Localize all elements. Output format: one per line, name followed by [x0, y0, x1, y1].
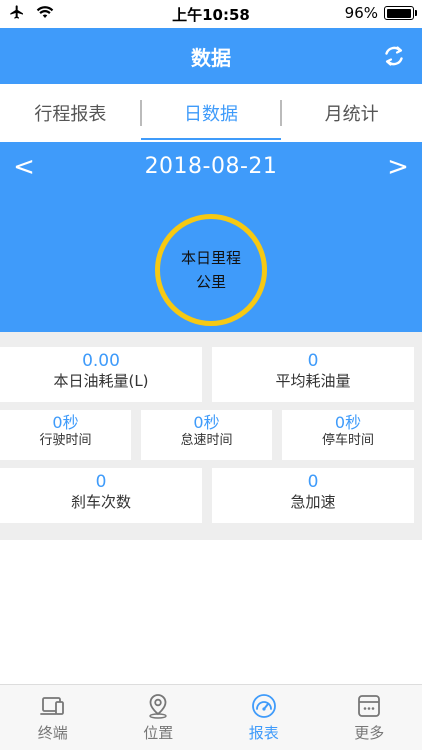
tab-label: 行程报表 — [34, 104, 107, 125]
drive-time-label: 行驶时间 — [39, 433, 92, 448]
tab-divider — [280, 100, 282, 126]
idle-time-card: 0秒 怠速时间 — [141, 410, 272, 460]
daily-mileage-ring: 本日里程 公里 — [155, 214, 267, 326]
report-gauge-icon — [251, 694, 276, 718]
fuel-today-value: 0.00 — [82, 351, 120, 371]
terminal-icon — [39, 697, 64, 715]
fuel-today-label: 本日油耗量(L) — [53, 372, 149, 390]
battery-percent: 96% — [344, 4, 378, 22]
date-navigator: < 2018-08-21 > — [0, 152, 422, 188]
rapid-accel-label: 急加速 — [290, 493, 336, 511]
park-time-label: 停车时间 — [321, 433, 374, 448]
idle-time-label: 怠速时间 — [180, 433, 233, 448]
battery-icon — [384, 6, 417, 20]
status-right: 96% — [344, 4, 417, 22]
park-time-value: 0秒 — [334, 413, 362, 432]
battery-fill — [386, 8, 411, 18]
tab-trip-report[interactable]: 行程报表 — [0, 84, 141, 142]
tab-divider — [140, 100, 142, 126]
tabbar-label: 终端 — [37, 724, 68, 742]
daily-mileage-label: 本日里程 — [180, 249, 241, 267]
current-date: 2018-08-21 — [144, 154, 278, 179]
tabbar-report[interactable]: 报表 — [211, 685, 317, 750]
segment-tabs: 行程报表 日数据 月统计 — [0, 84, 422, 142]
stats-panel: 0.00 本日油耗量(L) 0 平均耗油量 0秒 行驶时间 0秒 怠速时间 0秒… — [0, 332, 422, 540]
tabbar-label: 报表 — [248, 724, 279, 742]
tabbar-more[interactable]: 更多 — [317, 685, 422, 750]
more-icon — [358, 695, 381, 717]
bottom-tab-bar: 终端 位置 报表 更多 — [0, 684, 422, 750]
rapid-accel-card: 0 急加速 — [212, 468, 414, 523]
brake-count-card: 0 刹车次数 — [0, 468, 202, 523]
brake-count-label: 刹车次数 — [70, 493, 131, 511]
location-pin-icon — [149, 694, 167, 719]
tabbar-terminal[interactable]: 终端 — [0, 685, 106, 750]
drive-time-value: 0秒 — [52, 413, 79, 432]
tabbar-label: 位置 — [143, 724, 174, 742]
avg-fuel-label: 平均耗油量 — [275, 372, 351, 390]
page-title: 数据 — [191, 46, 231, 70]
park-time-card: 0秒 停车时间 — [282, 410, 414, 460]
avg-fuel-value: 0 — [307, 351, 319, 371]
brake-count-value: 0 — [95, 472, 107, 492]
tab-label: 月统计 — [324, 104, 379, 125]
refresh-icon[interactable] — [380, 42, 408, 70]
tab-label: 日数据 — [184, 104, 238, 125]
tab-monthly-stats[interactable]: 月统计 — [281, 84, 422, 142]
tabbar-location[interactable]: 位置 — [106, 685, 212, 750]
idle-time-value: 0秒 — [193, 413, 220, 432]
next-day-button[interactable]: > — [378, 152, 418, 182]
header: 数据 — [0, 28, 422, 84]
fuel-today-card: 0.00 本日油耗量(L) — [0, 347, 202, 402]
status-bar: 上午10:58 96% — [0, 0, 422, 28]
avg-fuel-card: 0 平均耗油量 — [212, 347, 414, 402]
date-banner: < 2018-08-21 > 本日里程 公里 — [0, 142, 422, 332]
drive-time-card: 0秒 行驶时间 — [0, 410, 131, 460]
tab-daily-data[interactable]: 日数据 — [140, 84, 282, 142]
rapid-accel-value: 0 — [307, 472, 319, 492]
daily-mileage-unit: 公里 — [195, 273, 226, 291]
tabbar-label: 更多 — [354, 724, 385, 742]
